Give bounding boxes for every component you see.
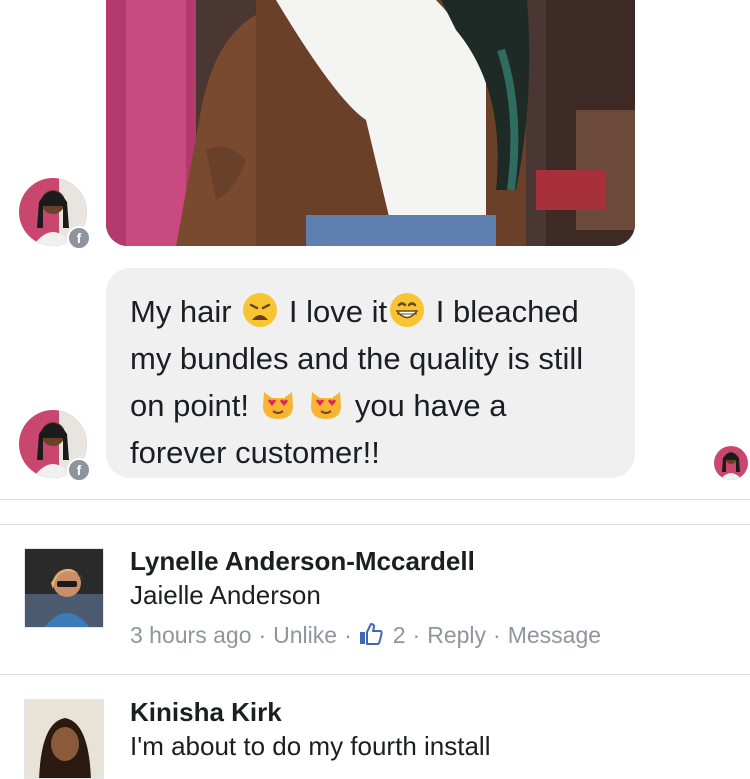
comment-meta: 3 hours ago · Unlike · 2 · Reply · Message	[130, 620, 601, 650]
comment-item: Kinisha Kirk I'm about to do my fourth i…	[0, 675, 750, 779]
message-link[interactable]: Message	[508, 620, 601, 650]
heart-eyes-cat-emoji-icon	[311, 392, 342, 419]
message-line1-a: My hair	[130, 294, 232, 329]
reply-link[interactable]: Reply	[427, 620, 486, 650]
unlike-link[interactable]: Unlike	[273, 620, 337, 650]
facebook-badge-icon: f	[67, 458, 91, 482]
message-line1-b: I love it	[288, 294, 388, 329]
comment-text: I'm about to do my fourth install	[130, 731, 491, 761]
comment-item: Lynelle Anderson-Mccardell Jaielle Ander…	[0, 524, 750, 674]
heart-eyes-cat-emoji-icon	[262, 392, 293, 419]
grinning-face-emoji-icon	[390, 293, 425, 327]
comment-text: Jaielle Anderson	[130, 580, 321, 610]
message-text: My hair I love it I bleached my bundles …	[130, 288, 611, 476]
facebook-badge-icon: f	[67, 226, 91, 250]
comment-author[interactable]: Kinisha Kirk	[130, 695, 282, 729]
commenter-avatar[interactable]	[24, 699, 104, 779]
photo-message[interactable]	[106, 0, 635, 246]
separator-dot: ·	[344, 622, 352, 648]
separator-dot: ·	[493, 622, 501, 648]
message-line2: my bundles and the quality is still	[130, 341, 584, 376]
commenter-avatar[interactable]	[24, 548, 104, 628]
separator-dot: ·	[258, 622, 267, 648]
separator-dot: ·	[412, 622, 421, 648]
message-line4: forever customer!!	[130, 435, 380, 470]
message-line1-c: I bleached	[435, 294, 579, 329]
messenger-screenshot: f My hair I love it I bleached my bundle…	[0, 0, 750, 500]
message-line3-b: you have a	[354, 388, 507, 423]
seen-avatar	[714, 446, 748, 480]
comment-author[interactable]: Lynelle Anderson-Mccardell	[130, 544, 475, 578]
comment-time[interactable]: 3 hours ago	[130, 620, 251, 650]
divider	[0, 499, 750, 500]
like-count[interactable]: 2	[393, 620, 406, 650]
weary-face-emoji-icon	[243, 293, 278, 327]
message-line3-a: on point!	[130, 388, 249, 423]
message-bubble[interactable]: My hair I love it I bleached my bundles …	[106, 268, 635, 478]
thumbs-up-icon[interactable]	[359, 622, 383, 646]
